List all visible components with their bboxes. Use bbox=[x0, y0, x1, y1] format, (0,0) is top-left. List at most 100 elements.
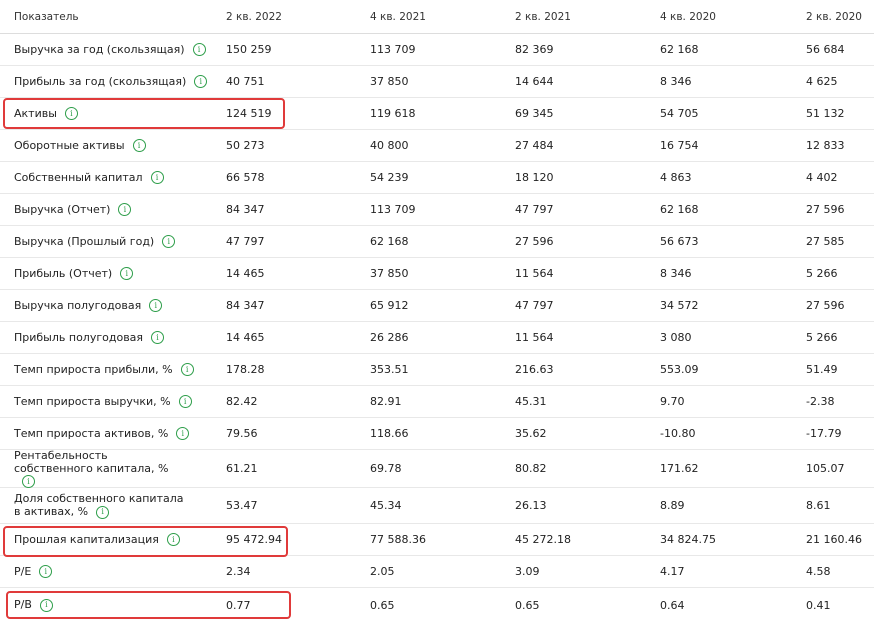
table-row: Оборотные активы i 50 273 40 800 27 484 1… bbox=[0, 130, 874, 162]
info-icon[interactable]: i bbox=[39, 598, 53, 612]
info-icon[interactable]: i bbox=[162, 235, 176, 249]
table-cell: 8.61 bbox=[806, 499, 831, 512]
table-header-row: Показатель 2 кв. 2022 4 кв. 2021 2 кв. 2… bbox=[0, 0, 874, 34]
table-cell: 27 484 bbox=[515, 139, 554, 152]
info-icon[interactable]: i bbox=[64, 107, 78, 121]
table-cell: 40 751 bbox=[226, 75, 265, 88]
table-row: Прибыль за год (скользящая) i 40 751 37 8… bbox=[0, 66, 874, 98]
table-cell: 45 272.18 bbox=[515, 533, 571, 546]
info-icon[interactable]: i bbox=[39, 565, 53, 579]
table-cell: 47 797 bbox=[515, 299, 554, 312]
table-cell: 79.56 bbox=[226, 427, 258, 440]
info-icon[interactable]: i bbox=[151, 331, 165, 345]
table-row: Собственный капитал i 66 578 54 239 18 12… bbox=[0, 162, 874, 194]
table-cell: 14 465 bbox=[226, 267, 265, 280]
table-cell: 27 596 bbox=[806, 203, 845, 216]
info-icon[interactable]: i bbox=[22, 475, 35, 489]
table-cell: 178.28 bbox=[226, 363, 265, 376]
row-label: Прибыль полугодовая i bbox=[14, 322, 219, 353]
table-cell: 37 850 bbox=[370, 75, 409, 88]
table-cell: 47 797 bbox=[515, 203, 554, 216]
info-icon[interactable]: i bbox=[149, 299, 163, 313]
table-cell: 51.49 bbox=[806, 363, 838, 376]
row-label: Рентабельность собственного капитала, %i bbox=[14, 449, 219, 489]
info-icon[interactable]: i bbox=[132, 139, 146, 153]
table-cell: 56 684 bbox=[806, 43, 845, 56]
column-header-period[interactable]: 2 кв. 2020 bbox=[806, 0, 862, 33]
info-icon[interactable]: i bbox=[120, 267, 134, 281]
row-label: Доля собственного капитала в активах, % i bbox=[14, 492, 184, 519]
row-label: Собственный капитал i bbox=[14, 162, 219, 193]
info-icon[interactable]: i bbox=[118, 203, 132, 217]
table-cell: 353.51 bbox=[370, 363, 409, 376]
table-cell: 118.66 bbox=[370, 427, 409, 440]
table-cell: 11 564 bbox=[515, 267, 554, 280]
table-cell: 5 266 bbox=[806, 331, 838, 344]
table-row: Выручка за год (скользящая) i 150 259 113… bbox=[0, 34, 874, 66]
table-cell: 0.65 bbox=[370, 598, 395, 612]
table-cell: 51 132 bbox=[806, 107, 845, 120]
table-cell: 171.62 bbox=[660, 462, 699, 475]
row-label: Темп прироста прибыли, % i bbox=[14, 354, 219, 385]
table-row: Темп прироста выручки, % i 82.42 82.91 45… bbox=[0, 386, 874, 418]
column-header-indicator[interactable]: Показатель bbox=[14, 0, 219, 33]
info-icon[interactable]: i bbox=[194, 75, 208, 89]
table-cell: 54 705 bbox=[660, 107, 699, 120]
table-cell: -17.79 bbox=[806, 427, 842, 440]
table-cell: 8.89 bbox=[660, 499, 685, 512]
table-cell: 62 168 bbox=[660, 43, 699, 56]
column-header-period[interactable]: 2 кв. 2022 bbox=[226, 0, 282, 33]
table-cell: 82 369 bbox=[515, 43, 554, 56]
table-cell: -2.38 bbox=[806, 395, 835, 408]
info-icon[interactable]: i bbox=[150, 171, 164, 185]
column-header-period[interactable]: 2 кв. 2021 bbox=[515, 0, 571, 33]
table-cell: -10.80 bbox=[660, 427, 696, 440]
info-icon[interactable]: i bbox=[178, 395, 192, 409]
table-cell: 3 080 bbox=[660, 331, 692, 344]
table-cell: 113 709 bbox=[370, 43, 416, 56]
table-row: Рентабельность собственного капитала, %i… bbox=[0, 449, 874, 489]
row-label: Темп прироста активов, % i bbox=[14, 418, 219, 449]
table-cell: 4.17 bbox=[660, 565, 685, 578]
row-label: Темп прироста выручки, % i bbox=[14, 386, 219, 417]
table-cell: 150 259 bbox=[226, 43, 272, 56]
table-row: Выручка полугодовая i 84 347 65 912 47 79… bbox=[0, 290, 874, 322]
table-cell: 27 596 bbox=[806, 299, 845, 312]
row-label: Выручка (Прошлый год) i bbox=[14, 226, 219, 257]
table-row: Доля собственного капитала в активах, % i… bbox=[0, 488, 874, 524]
info-icon[interactable]: i bbox=[176, 427, 190, 441]
info-icon[interactable]: i bbox=[180, 363, 194, 377]
table-cell: 61.21 bbox=[226, 462, 258, 475]
table-cell: 0.77 bbox=[226, 598, 251, 612]
table-cell: 21 160.46 bbox=[806, 533, 862, 546]
table-cell: 124 519 bbox=[226, 107, 272, 120]
table-cell: 12 833 bbox=[806, 139, 845, 152]
column-header-period[interactable]: 4 кв. 2021 bbox=[370, 0, 426, 33]
table-cell: 35.62 bbox=[515, 427, 547, 440]
table-cell: 69.78 bbox=[370, 462, 402, 475]
table-cell: 26 286 bbox=[370, 331, 409, 344]
table-cell: 40 800 bbox=[370, 139, 409, 152]
table-cell: 2.05 bbox=[370, 565, 395, 578]
table-cell: 53.47 bbox=[226, 499, 258, 512]
row-label: Прибыль (Отчет) i bbox=[14, 258, 219, 289]
table-cell: 14 644 bbox=[515, 75, 554, 88]
table-cell: 0.64 bbox=[660, 598, 685, 612]
table-cell: 65 912 bbox=[370, 299, 409, 312]
table-row: P/B i 0.77 0.65 0.65 0.64 0.41 bbox=[0, 588, 874, 622]
column-header-period[interactable]: 4 кв. 2020 bbox=[660, 0, 716, 33]
row-label: P/B i bbox=[14, 588, 219, 622]
row-label: Оборотные активы i bbox=[14, 130, 219, 161]
table-row: Выручка (Прошлый год) i 47 797 62 168 27 … bbox=[0, 226, 874, 258]
table-cell: 82.42 bbox=[226, 395, 258, 408]
table-row: P/E i 2.34 2.05 3.09 4.17 4.58 bbox=[0, 556, 874, 588]
row-label: P/E i bbox=[14, 556, 219, 587]
info-icon[interactable]: i bbox=[96, 505, 110, 519]
info-icon[interactable]: i bbox=[192, 43, 206, 57]
table-cell: 77 588.36 bbox=[370, 533, 426, 546]
table-cell: 34 572 bbox=[660, 299, 699, 312]
table-cell: 553.09 bbox=[660, 363, 699, 376]
table-cell: 26.13 bbox=[515, 499, 547, 512]
info-icon[interactable]: i bbox=[166, 533, 180, 547]
table-cell: 4.58 bbox=[806, 565, 831, 578]
